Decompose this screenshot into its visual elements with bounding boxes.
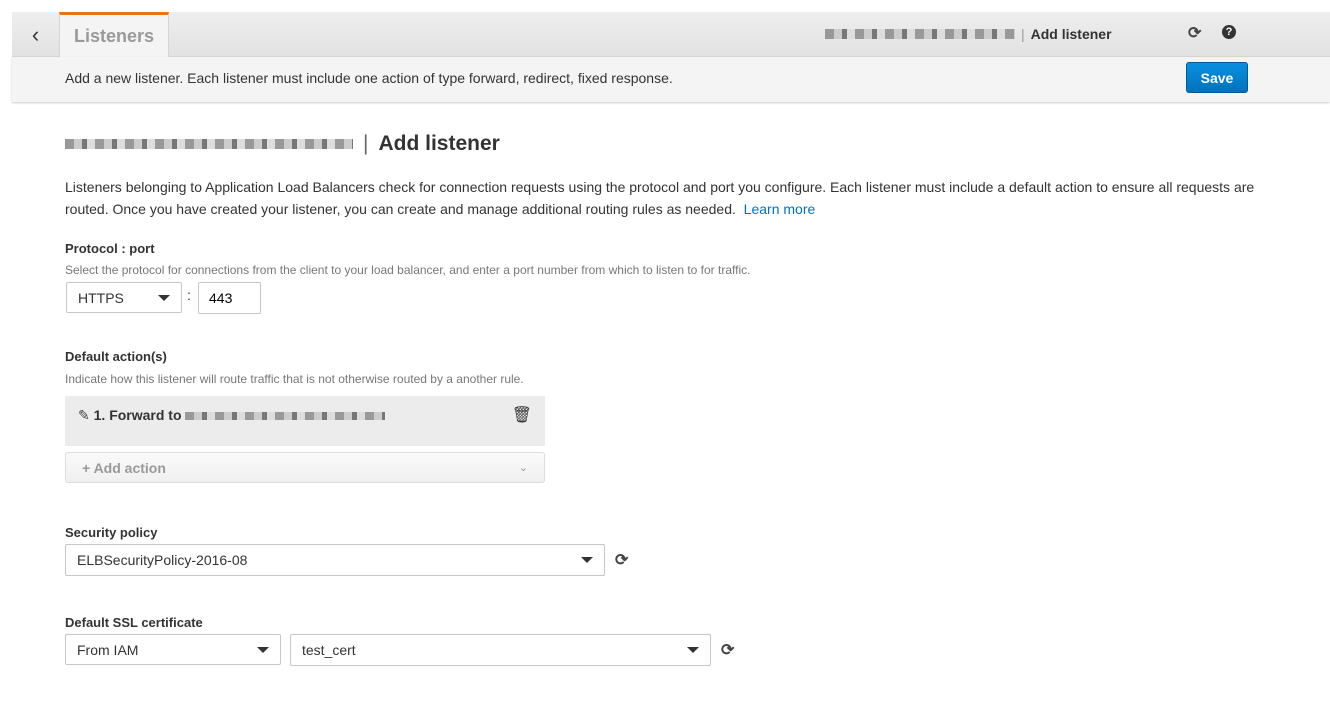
protocol-label: Protocol : port xyxy=(65,241,155,256)
help-icon[interactable]: ? xyxy=(1222,25,1236,39)
chevron-left-icon: ‹ xyxy=(31,21,40,47)
cert-source-value: From IAM xyxy=(77,641,139,658)
add-action-button[interactable]: + Add action ⌄ xyxy=(65,452,545,483)
trash-icon[interactable]: 🗑 xyxy=(512,405,532,425)
separator: : xyxy=(187,287,191,303)
protocol-select[interactable]: HTTPS xyxy=(66,282,182,313)
protocol-value: HTTPS xyxy=(78,289,124,306)
port-input[interactable] xyxy=(198,282,261,314)
action-item: ✎ 1. Forward to 🗑 xyxy=(65,396,545,446)
refresh-icon[interactable]: ⟳ xyxy=(721,640,734,660)
redacted-name xyxy=(65,139,353,149)
certificate-select[interactable]: test_cert xyxy=(290,634,711,666)
title-text: Add listener xyxy=(378,132,500,155)
caret-down-icon xyxy=(687,647,699,653)
page-title: | Add listener xyxy=(65,132,500,156)
page-description: Listeners belonging to Application Load … xyxy=(65,176,1265,220)
redacted-name xyxy=(825,29,1015,39)
caret-down-icon xyxy=(257,646,269,653)
info-bar: Add a new listener. Each listener must i… xyxy=(12,57,1330,102)
redacted-target xyxy=(185,412,386,421)
learn-more-link[interactable]: Learn more xyxy=(744,201,816,217)
security-policy-label: Security policy xyxy=(65,525,158,540)
action-label: 1. Forward to xyxy=(93,407,182,423)
tab-label: Listeners xyxy=(73,25,155,46)
security-policy-select[interactable]: ELBSecurityPolicy-2016-08 xyxy=(65,544,605,576)
ssl-cert-label: Default SSL certificate xyxy=(65,615,203,630)
protocol-help: Select the protocol for connections from… xyxy=(65,263,751,277)
description-text: Listeners belonging to Application Load … xyxy=(65,179,1255,217)
pencil-icon[interactable]: ✎ xyxy=(78,407,90,423)
refresh-icon[interactable]: ⟳ xyxy=(615,550,628,570)
refresh-icon[interactable]: ⟳ xyxy=(1188,23,1201,43)
certificate-value: test_cert xyxy=(302,642,356,658)
caret-down-icon xyxy=(581,557,593,563)
default-actions-help: Indicate how this listener will route tr… xyxy=(65,372,524,386)
default-actions-label: Default action(s) xyxy=(65,349,167,364)
breadcrumb-current: Add listener xyxy=(1030,26,1112,42)
info-text: Add a new listener. Each listener must i… xyxy=(65,70,673,86)
breadcrumb: | Add listener xyxy=(825,26,1112,42)
chevron-down-icon: ⌄ xyxy=(518,462,528,474)
add-action-label: Add action xyxy=(93,459,166,476)
back-button[interactable]: ‹ xyxy=(12,12,59,57)
save-button[interactable]: Save xyxy=(1186,62,1248,93)
security-policy-value: ELBSecurityPolicy-2016-08 xyxy=(77,552,248,568)
tab-listeners[interactable]: Listeners xyxy=(59,12,169,57)
plus-icon: + xyxy=(82,459,91,476)
caret-down-icon xyxy=(158,294,170,301)
top-bar: ‹ Listeners | Add listener ⟳ ? xyxy=(12,12,1330,57)
cert-source-select[interactable]: From IAM xyxy=(65,634,281,665)
